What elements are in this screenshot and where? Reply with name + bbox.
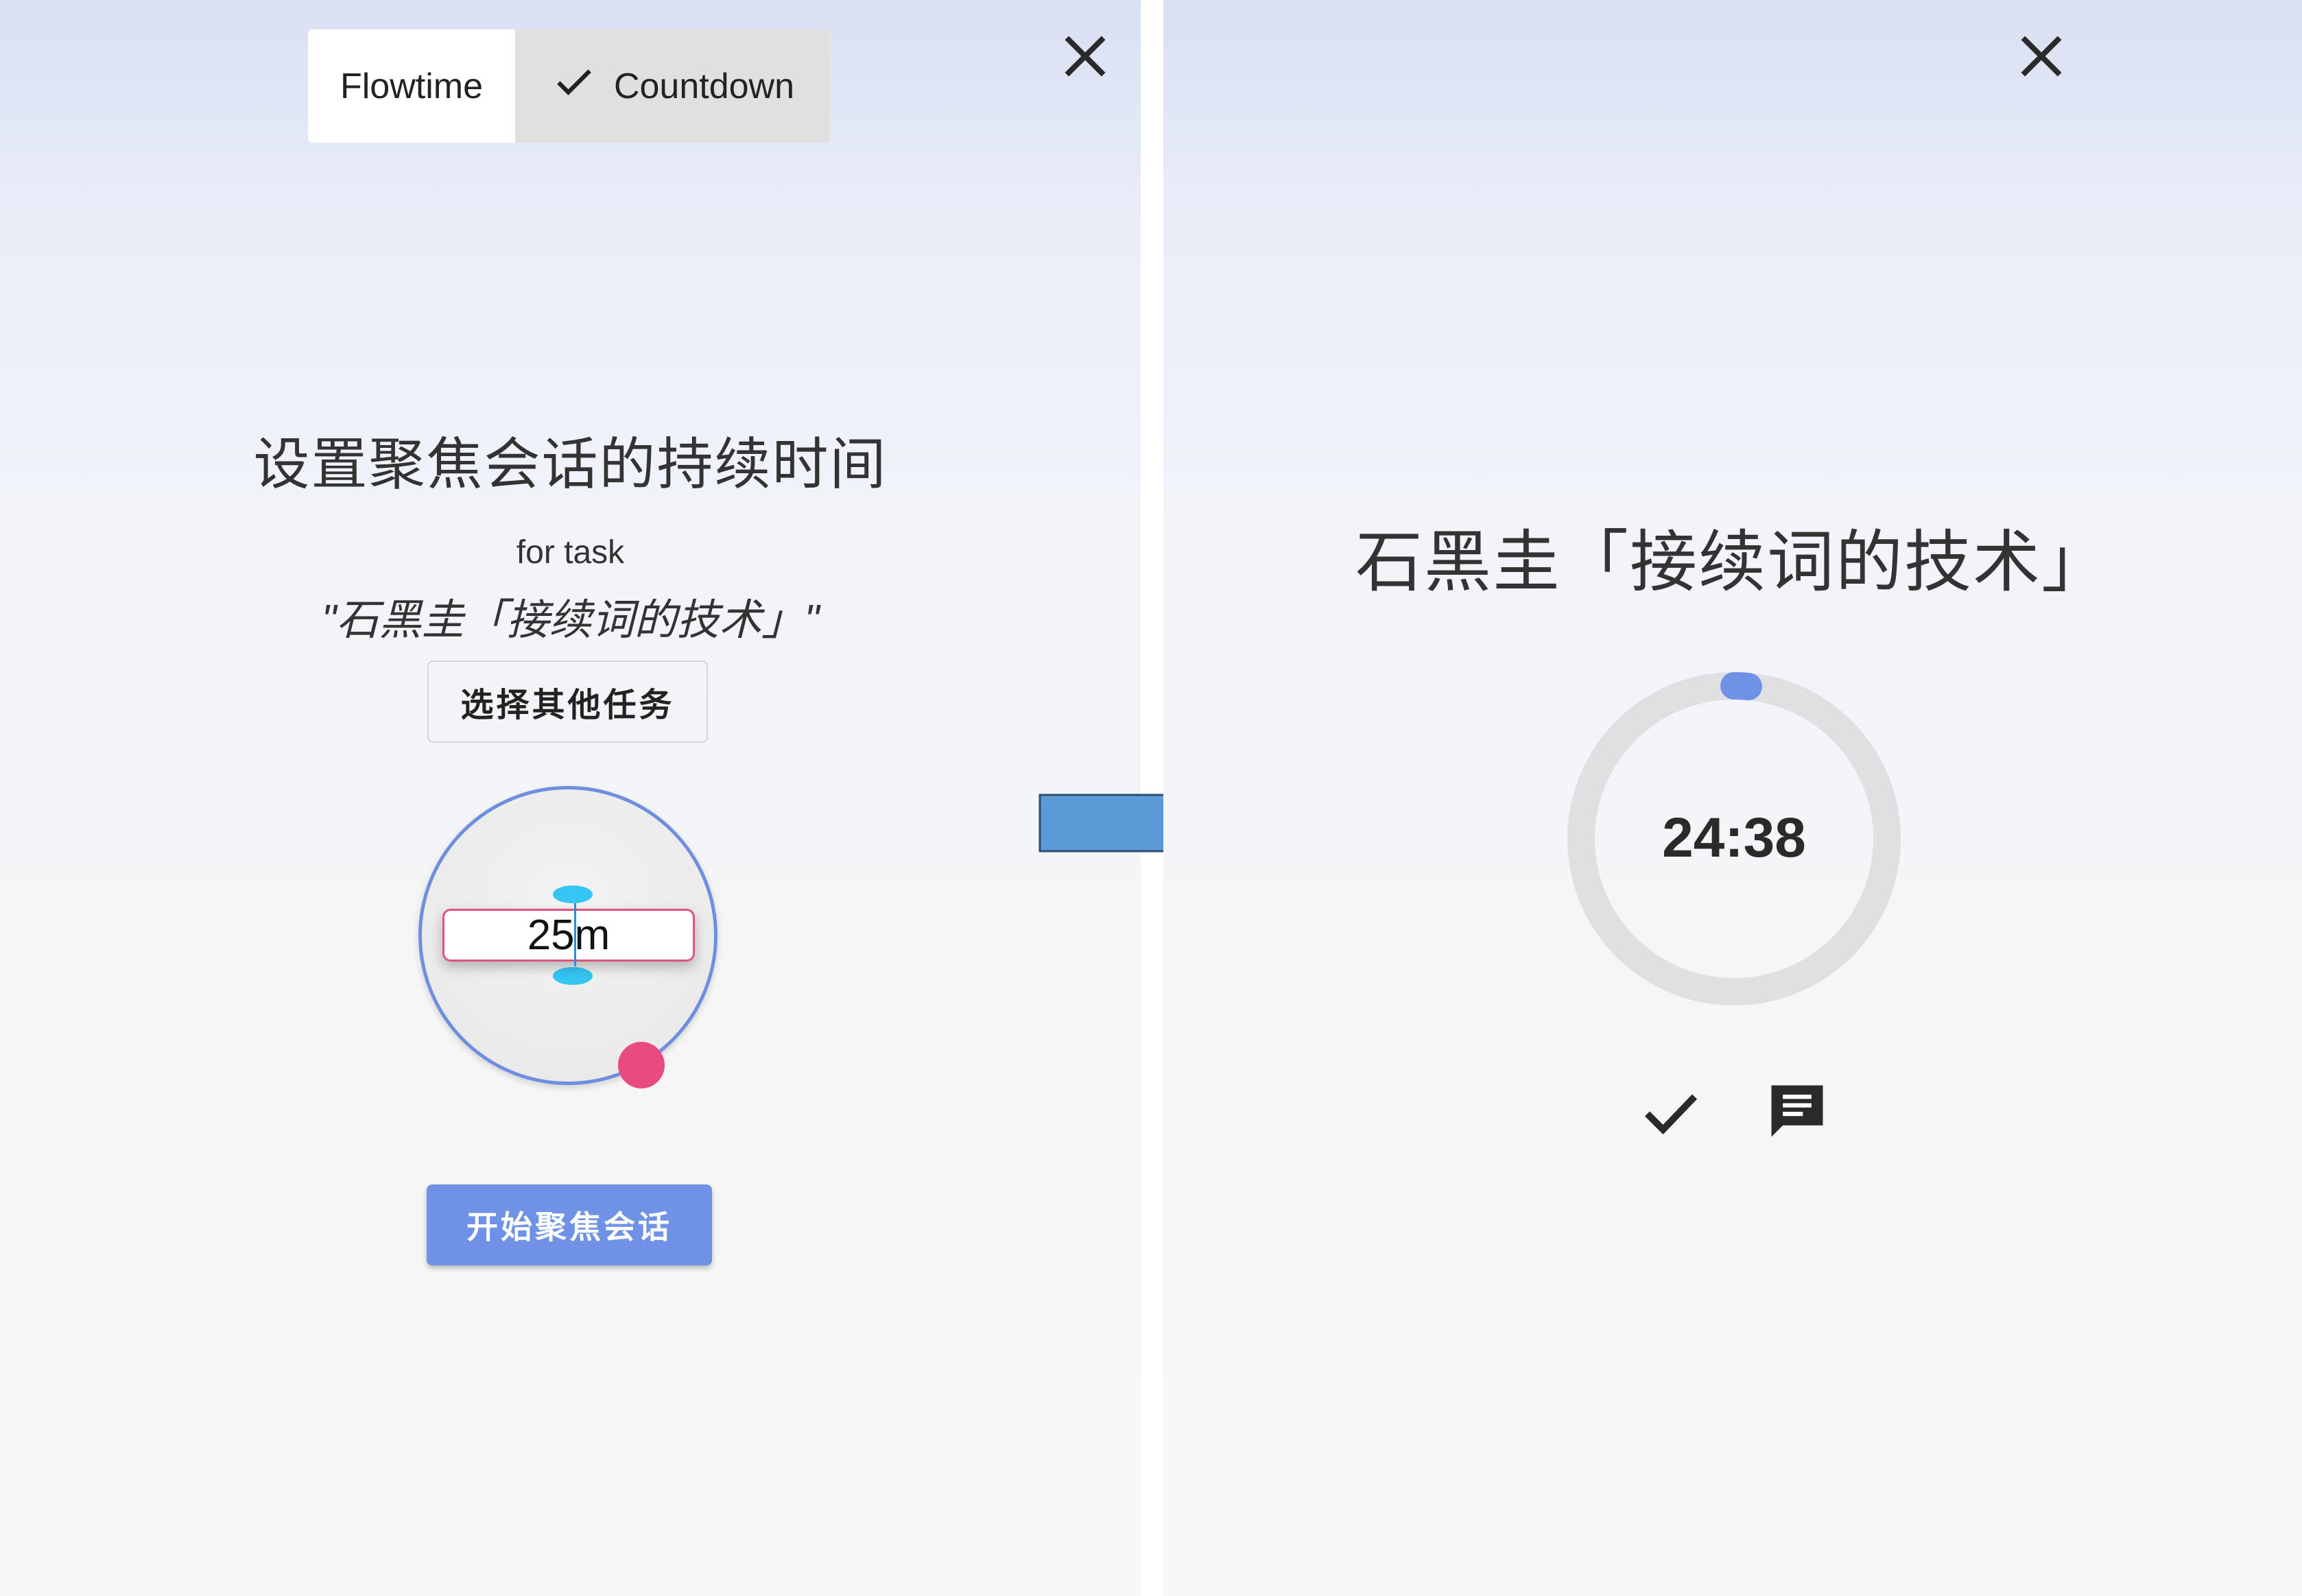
choose-other-task-button[interactable]: 选择其他任务 (427, 660, 708, 743)
close-icon[interactable] (1058, 29, 1113, 84)
focus-session-panel: 石黑圭「接续词的技术」 24:38 (1163, 0, 2302, 1596)
mode-option-countdown[interactable]: Countdown (515, 29, 830, 143)
start-focus-session-button[interactable]: 开始聚焦会话 (427, 1184, 712, 1265)
duration-setup-panel: Flowtime Countdown 设置聚焦会话的持续时间 for task … (0, 0, 1141, 1596)
check-icon[interactable] (1636, 1081, 1706, 1144)
check-icon (551, 58, 597, 114)
for-task-label: for task (516, 534, 625, 571)
session-task-title: 石黑圭「接续词的技术」 (1355, 524, 2110, 599)
task-name: "石黑圭「接续词的技术」" (321, 597, 820, 644)
text-cursor (574, 903, 576, 966)
duration-input[interactable]: 25m (442, 909, 695, 962)
mode-option-flowtime[interactable]: Flowtime (308, 29, 515, 143)
mode-toggle: Flowtime Countdown (308, 29, 830, 143)
selection-handle-bottom[interactable] (553, 967, 593, 985)
comment-icon[interactable] (1763, 1077, 1831, 1145)
page-title: 设置聚焦会话的持续时间 (253, 433, 888, 496)
timer-display: 24:38 (1662, 807, 1806, 869)
mode-option-label: Countdown (613, 66, 795, 106)
timer-ring-progress (1720, 672, 1762, 700)
mode-option-label: Flowtime (340, 66, 484, 106)
selection-handle-top[interactable] (553, 885, 593, 903)
duration-input-value: 25m (527, 912, 610, 959)
close-icon[interactable] (2014, 29, 2069, 84)
dial-drag-knob[interactable] (618, 1042, 665, 1088)
